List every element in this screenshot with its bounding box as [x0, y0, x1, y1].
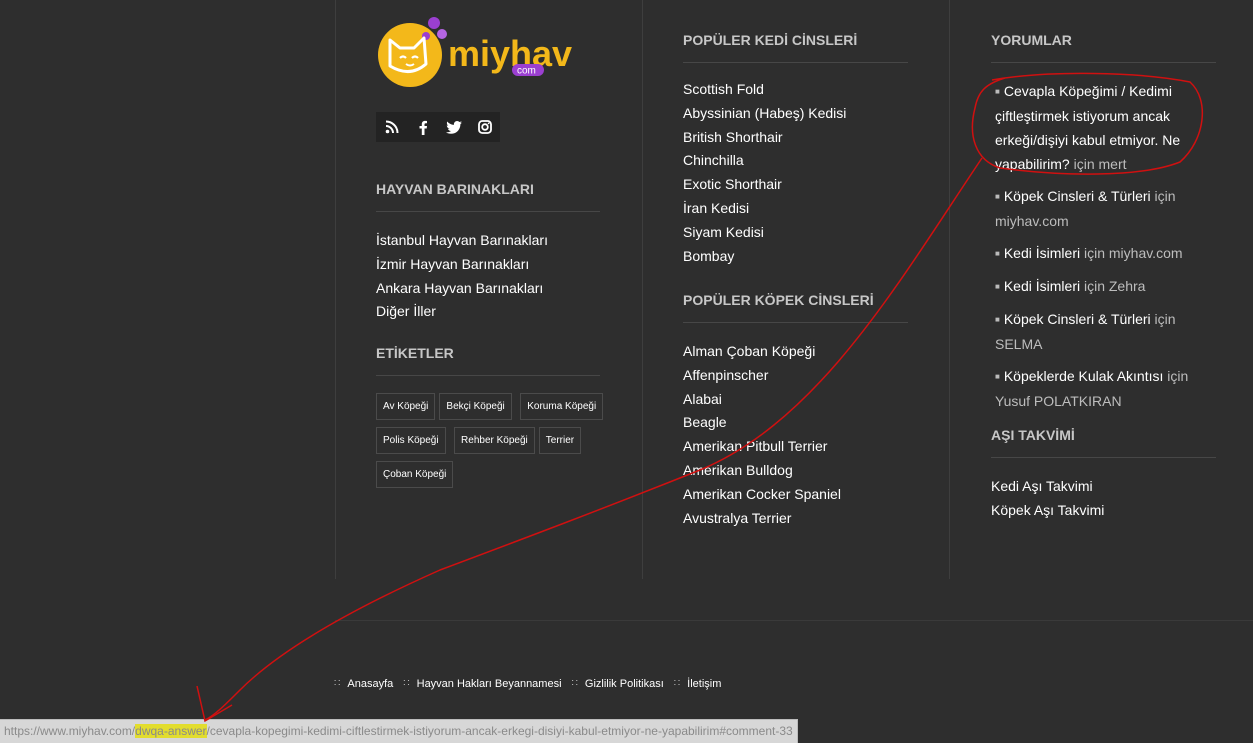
- shelter-link[interactable]: Ankara Hayvan Barınakları: [376, 277, 600, 301]
- cat-breed-link[interactable]: İran Kedisi: [683, 197, 908, 221]
- tag[interactable]: Çoban Köpeği: [376, 461, 454, 488]
- cat-breed-link[interactable]: British Shorthair: [683, 126, 908, 150]
- footer-link-rights[interactable]: Hayvan Hakları Beyannamesi: [417, 678, 562, 690]
- shelter-link[interactable]: İstanbul Hayvan Barınakları: [376, 229, 600, 253]
- comment-item: ■ Kedi İsimleri için miyhav.com: [995, 241, 1216, 266]
- column-divider: [949, 0, 950, 579]
- comments-title: YORUMLAR: [991, 32, 1072, 48]
- dog-breed-link[interactable]: Alman Çoban Köpeği: [683, 340, 908, 364]
- vaccine-link[interactable]: Kedi Aşı Takvimi: [991, 475, 1216, 499]
- tag[interactable]: Polis Köpeği: [376, 427, 446, 454]
- cat-breed-link[interactable]: Exotic Shorthair: [683, 173, 908, 197]
- footer-link-home[interactable]: Anasayfa: [347, 678, 393, 690]
- shelter-link[interactable]: Diğer İller: [376, 300, 600, 324]
- rss-icon[interactable]: [376, 112, 407, 142]
- annotation-arrow-head: [196, 685, 233, 723]
- tags-section: ETİKETLER: [376, 345, 600, 376]
- browser-status-bar: https://www.miyhav.com/dwqa-answer/cevap…: [0, 719, 798, 743]
- comment-item: ■ Cevapla Köpeğimi / Kedimi çiftleştirmek…: [995, 79, 1216, 176]
- comment-author[interactable]: için miyhav.com: [1084, 245, 1183, 261]
- dog-breed-link[interactable]: Amerikan Cocker Spaniel: [683, 483, 908, 507]
- divider: [376, 211, 600, 212]
- comment-post-link[interactable]: Köpek Cinsleri & Türleri: [1004, 311, 1151, 327]
- divider: [991, 62, 1216, 63]
- logo-graphic: miyhav com: [378, 17, 572, 87]
- tags-title: ETİKETLER: [376, 345, 454, 361]
- logo-text: miyhav: [448, 33, 572, 74]
- comment-item: ■ Köpek Cinsleri & Türleri için SELMA: [995, 307, 1216, 356]
- tag-cloud: Av Köpeği Bekçi Köpeği Koruma Köpeği Polis…: [376, 393, 616, 495]
- cat-breeds-section: POPÜLER KEDİ CİNSLERİ Scottish Fold Abys…: [683, 32, 908, 268]
- comment-post-link[interactable]: Köpeklerde Kulak Akıntısı: [1004, 368, 1164, 384]
- footer-separator: [335, 620, 1253, 621]
- status-url-prefix: https://www.miyhav.com/: [4, 724, 136, 738]
- tag[interactable]: Rehber Köpeği: [454, 427, 535, 454]
- social-links: [376, 112, 500, 142]
- comments-section: YORUMLAR ■ Cevapla Köpeğimi / Kedimi çift…: [991, 32, 1216, 421]
- separator-icon: ∷: [571, 678, 578, 689]
- site-logo[interactable]: miyhav com: [376, 14, 616, 90]
- footer-nav: ∷ Anasayfa ∷ Hayvan Hakları Beyannamesi ∷ G…: [334, 678, 731, 690]
- instagram-icon[interactable]: [469, 112, 500, 142]
- vaccine-section: AŞI TAKVİMİ Kedi Aşı Takvimi Köpek Aşı T…: [991, 427, 1216, 523]
- cat-breed-link[interactable]: Siyam Kedisi: [683, 221, 908, 245]
- tag[interactable]: Koruma Köpeği: [520, 393, 604, 420]
- dog-breed-link[interactable]: Alabai: [683, 388, 908, 412]
- comment-post-link[interactable]: Köpek Cinsleri & Türleri: [1004, 188, 1151, 204]
- dog-breeds-title: POPÜLER KÖPEK CİNSLERİ: [683, 292, 874, 308]
- comment-item: ■ Kedi İsimleri için Zehra: [995, 274, 1216, 299]
- facebook-icon[interactable]: [407, 112, 438, 142]
- divider: [683, 322, 908, 323]
- footer-link-contact[interactable]: İletişim: [687, 678, 721, 690]
- bullet-icon: ■: [995, 249, 1000, 258]
- twitter-icon[interactable]: [438, 112, 469, 142]
- cat-breed-link[interactable]: Abyssinian (Habeş) Kedisi: [683, 102, 908, 126]
- comment-item: ■ Köpeklerde Kulak Akıntısı için Yusuf PO…: [995, 364, 1216, 413]
- separator-icon: ∷: [403, 678, 410, 689]
- cat-breed-link[interactable]: Chinchilla: [683, 149, 908, 173]
- tag[interactable]: Av Köpeği: [376, 393, 436, 420]
- separator-icon: ∷: [334, 678, 341, 689]
- bullet-icon: ■: [995, 372, 1000, 381]
- separator-icon: ∷: [673, 678, 681, 689]
- comment-post-link[interactable]: Kedi İsimleri: [1004, 278, 1080, 294]
- column-divider: [642, 0, 643, 579]
- cat-breed-link[interactable]: Bombay: [683, 245, 908, 269]
- cat-breed-link[interactable]: Scottish Fold: [683, 78, 908, 102]
- divider: [683, 62, 908, 63]
- bullet-icon: ■: [995, 87, 1000, 96]
- comment-post-link[interactable]: Kedi İsimleri: [1004, 245, 1080, 261]
- divider: [991, 457, 1216, 458]
- dog-breed-link[interactable]: Amerikan Bulldog: [683, 459, 908, 483]
- comment-author[interactable]: için mert: [1074, 156, 1127, 172]
- dog-breed-link[interactable]: Avustralya Terrier: [683, 507, 908, 531]
- tag[interactable]: Terrier: [538, 427, 582, 454]
- tag[interactable]: Bekçi Köpeği: [439, 393, 512, 420]
- divider: [376, 375, 600, 376]
- vaccine-link[interactable]: Köpek Aşı Takvimi: [991, 499, 1216, 523]
- status-url-highlight: dwqa-answer: [135, 724, 207, 738]
- dog-breed-link[interactable]: Beagle: [683, 411, 908, 435]
- logo-sub: com: [517, 66, 536, 77]
- vaccine-title: AŞI TAKVİMİ: [991, 427, 1075, 443]
- cat-breeds-title: POPÜLER KEDİ CİNSLERİ: [683, 32, 858, 48]
- bullet-icon: ■: [995, 192, 1000, 201]
- bullet-icon: ■: [995, 282, 1000, 291]
- shelters-title: HAYVAN BARINAKLARI: [376, 181, 534, 197]
- bullet-icon: ■: [995, 315, 1000, 324]
- shelters-section: HAYVAN BARINAKLARI İstanbul Hayvan Barın…: [376, 181, 600, 324]
- dog-breeds-section: POPÜLER KÖPEK CİNSLERİ Alman Çoban Köpeğ…: [683, 292, 908, 530]
- shelter-link[interactable]: İzmir Hayvan Barınakları: [376, 253, 600, 277]
- footer-link-privacy[interactable]: Gizlilik Politikası: [585, 678, 664, 690]
- comment-author[interactable]: için Zehra: [1084, 278, 1145, 294]
- dog-breed-link[interactable]: Amerikan Pitbull Terrier: [683, 435, 908, 459]
- column-divider: [335, 0, 336, 579]
- dog-breed-link[interactable]: Affenpinscher: [683, 364, 908, 388]
- status-url-suffix: /cevapla-kopegimi-kedimi-ciftlestirmek-i…: [206, 724, 793, 738]
- comment-item: ■ Köpek Cinsleri & Türleri için miyhav.co…: [995, 184, 1216, 233]
